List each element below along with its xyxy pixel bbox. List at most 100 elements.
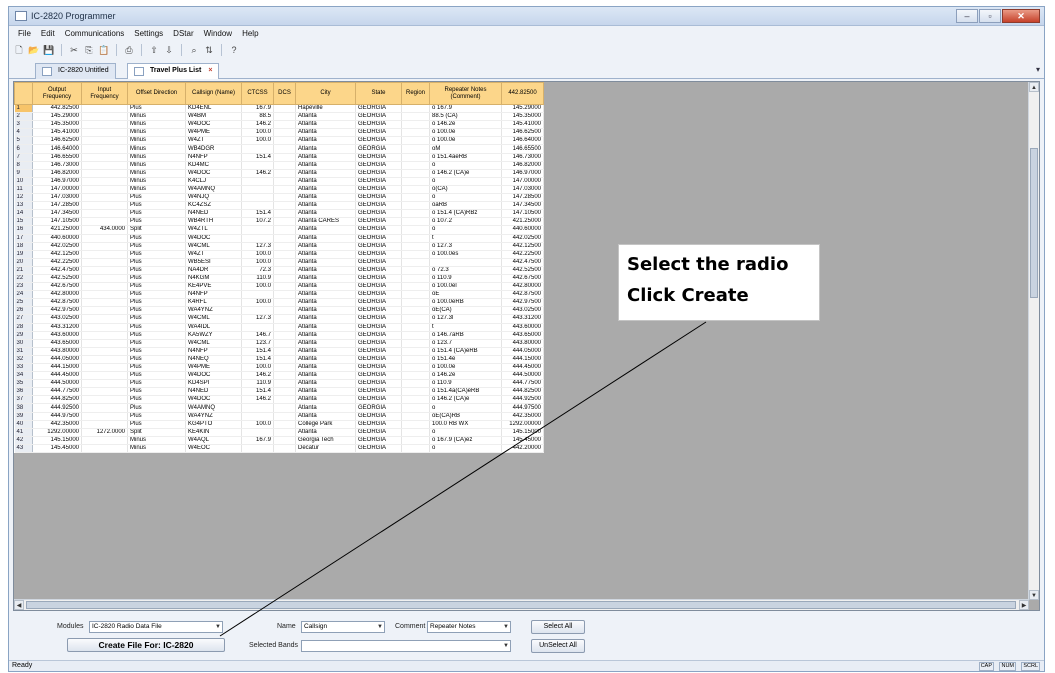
row-number[interactable]: 36 [14, 387, 33, 397]
table-cell[interactable]: N4NFP [185, 290, 242, 300]
table-cell[interactable] [273, 363, 296, 373]
table-cell[interactable] [81, 355, 128, 365]
table-cell[interactable]: 147.00000 [501, 177, 544, 186]
table-cell[interactable]: W4ZT [185, 250, 242, 259]
table-cell[interactable]: 442.12500 [32, 250, 82, 259]
table-cell[interactable] [401, 403, 430, 413]
table-cell[interactable]: Atlanta CARES [295, 217, 356, 227]
table-cell[interactable]: 147.03000 [501, 185, 544, 195]
table-row[interactable]: 1 442.82500 Plus KD4ENL 167.9 Hapeville GEORGI… [14, 104, 544, 114]
table-cell[interactable]: o 100.0el [429, 282, 502, 292]
table-cell[interactable] [81, 323, 128, 332]
scroll-up-icon[interactable]: ▲ [1029, 82, 1039, 92]
table-cell[interactable] [81, 201, 128, 211]
table-cell[interactable]: Atlanta [295, 112, 356, 122]
table-cell[interactable]: 167.9 [241, 436, 274, 445]
table-cell[interactable]: 442.20000 [501, 444, 544, 454]
table-cell[interactable]: 145.29000 [501, 104, 544, 114]
table-cell[interactable]: Plus [127, 104, 186, 114]
row-number[interactable]: 11 [14, 185, 33, 195]
table-cell[interactable] [81, 371, 128, 381]
table-cell[interactable] [273, 371, 296, 381]
table-cell[interactable]: o 167.9 [429, 104, 502, 114]
scroll-down-icon[interactable]: ▼ [1029, 590, 1039, 600]
table-cell[interactable] [273, 282, 296, 292]
table-cell[interactable]: o 100.0e [429, 136, 502, 146]
table-cell[interactable] [401, 112, 430, 122]
table-cell[interactable] [81, 306, 128, 316]
table-cell[interactable] [81, 217, 128, 227]
table-cell[interactable] [81, 395, 128, 405]
table-cell[interactable] [81, 136, 128, 146]
row-number[interactable]: 29 [14, 331, 33, 340]
table-cell[interactable]: 443.60000 [32, 331, 82, 340]
table-cell[interactable] [401, 323, 430, 332]
table-cell[interactable]: 443.65000 [501, 331, 544, 340]
row-number[interactable]: 6 [14, 144, 33, 154]
table-cell[interactable]: Atlanta [295, 234, 356, 243]
table-row[interactable]: 19 442.12500 Plus W4ZT 100.0 Atlanta GEORGIA o … [14, 250, 544, 259]
table-cell[interactable]: o 110.9 [429, 379, 502, 389]
table-cell[interactable]: Plus [127, 209, 186, 219]
table-cell[interactable] [401, 266, 430, 275]
table-cell[interactable] [273, 274, 296, 284]
table-cell[interactable]: 444.77500 [501, 379, 544, 389]
row-number[interactable]: 42 [14, 436, 33, 445]
table-cell[interactable] [273, 120, 296, 130]
row-number[interactable]: 20 [14, 258, 33, 267]
table-cell[interactable]: 146.82000 [32, 169, 82, 178]
table-row[interactable]: 17 440.60000 Plus W4DOC Atlanta GEORGIA t 442.0… [14, 234, 544, 243]
table-cell[interactable]: 440.60000 [32, 234, 82, 243]
table-cell[interactable]: KD4MC [185, 161, 242, 170]
table-cell[interactable]: o 110.9 [429, 274, 502, 284]
table-cell[interactable]: GEORGIA [355, 169, 402, 178]
table-cell[interactable]: GEORGIA [355, 420, 402, 429]
table-cell[interactable]: NA4DR [185, 266, 242, 275]
table-cell[interactable]: Atlanta [295, 428, 356, 437]
table-row[interactable]: 25 442.87500 Plus K4RFL 100.0 Atlanta GEORGIA o… [14, 298, 544, 308]
table-cell[interactable]: Atlanta [295, 242, 356, 251]
table-cell[interactable] [401, 282, 430, 292]
table-cell[interactable] [273, 339, 296, 348]
table-cell[interactable] [273, 144, 296, 154]
table-cell[interactable]: W4PME [185, 128, 242, 138]
table-cell[interactable] [429, 258, 502, 267]
table-row[interactable]: 7 146.65500 Minus N4NFP 151.4 Atlanta GEORGIA o… [14, 153, 544, 162]
table-cell[interactable] [273, 242, 296, 251]
table-cell[interactable]: N4KGM [185, 274, 242, 284]
table-cell[interactable] [273, 193, 296, 203]
row-number[interactable]: 3 [14, 120, 33, 130]
table-cell[interactable]: Plus [127, 355, 186, 365]
table-cell[interactable] [401, 436, 430, 445]
table-cell[interactable]: 100.0 [241, 128, 274, 138]
table-cell[interactable]: 440.60000 [501, 225, 544, 235]
table-cell[interactable]: KD4SPI [185, 379, 242, 389]
table-cell[interactable] [273, 201, 296, 211]
table-cell[interactable]: 147.03000 [32, 193, 82, 203]
table-cell[interactable]: Atlanta [295, 371, 356, 381]
table-cell[interactable] [273, 234, 296, 243]
horizontal-scroll-thumb[interactable] [26, 601, 1016, 609]
table-cell[interactable]: GEORGIA [355, 177, 402, 186]
table-cell[interactable]: 146.82000 [501, 161, 544, 170]
table-cell[interactable]: t [429, 323, 502, 332]
table-cell[interactable] [241, 185, 274, 195]
table-cell[interactable]: 444.15000 [501, 355, 544, 365]
table-cell[interactable]: GEORGIA [355, 217, 402, 227]
table-cell[interactable] [81, 144, 128, 154]
table-row[interactable]: 9 146.82000 Minus W4DOC 146.2 Atlanta GEORGIA o… [14, 169, 544, 178]
table-cell[interactable]: Plus [127, 339, 186, 348]
table-cell[interactable]: Atlanta [295, 128, 356, 138]
table-cell[interactable]: 442.22500 [32, 258, 82, 267]
table-row[interactable]: 24 442.80000 Plus N4NFP Atlanta GEORGIA oE 442.… [14, 290, 544, 300]
table-cell[interactable]: W4CML [185, 242, 242, 251]
table-cell[interactable]: GEORGIA [355, 112, 402, 122]
table-row[interactable]: 14 147.34500 Plus N4NED 151.4 Atlanta GEORGIA o… [14, 209, 544, 219]
table-cell[interactable]: GEORGIA [355, 355, 402, 365]
table-row[interactable]: 42 145.15000 Minus W4AQL 167.9 Georgia Tech GE… [14, 436, 544, 445]
table-cell[interactable] [81, 209, 128, 219]
table-cell[interactable]: W4AQL [185, 436, 242, 445]
table-cell[interactable]: W4EOC [185, 444, 242, 454]
table-row[interactable]: 2 145.29000 Minus W4BM 88.5 Atlanta GEORGIA 88.… [14, 112, 544, 122]
table-cell[interactable]: o 146.7aRB [429, 331, 502, 340]
